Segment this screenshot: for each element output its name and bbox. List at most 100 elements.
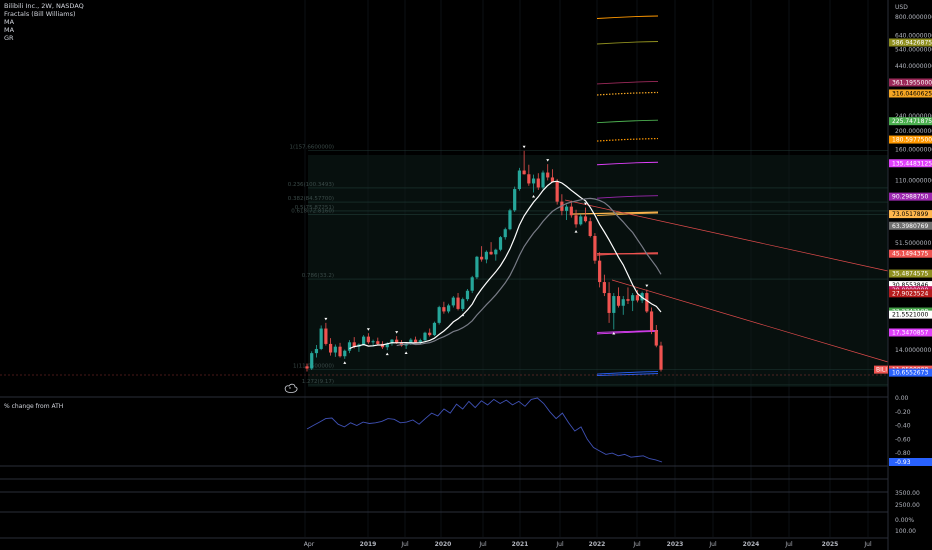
price-tag: 63.3980769: [892, 223, 928, 230]
projection-line: [596, 137, 659, 142]
candle-body: [366, 336, 370, 343]
price-tick: 440.0000000: [895, 63, 932, 70]
candle-body: [343, 350, 347, 357]
sub-panel-axis: 3500.00 2500.00 0.00% 100.00: [895, 490, 920, 535]
time-axis[interactable]: Apr 2019 Jul 2020 Jul 2021 Jul 2022 Jul 2023 Jul 20…: [304, 541, 872, 548]
candle-body: [362, 336, 366, 345]
sub-tick: 3500.00: [895, 490, 920, 497]
price-tick: 110.0000000: [895, 177, 932, 184]
candle-body: [413, 339, 418, 343]
osc-tick: -0.40: [895, 423, 911, 430]
candle-body: [456, 297, 460, 309]
candle-body: [376, 341, 380, 344]
candle-body: [527, 174, 531, 184]
candle-body: [541, 172, 545, 188]
candle-body: [593, 235, 597, 261]
candle-body: [498, 237, 503, 250]
fib-zone: [308, 155, 888, 387]
time-tick: 2023: [667, 541, 684, 548]
price-tag: 17.3470857: [892, 329, 928, 336]
time-tick: 2020: [435, 541, 452, 548]
candle-body: [324, 328, 328, 344]
candle-body: [654, 330, 658, 346]
price-tag: 45.1494375: [892, 251, 928, 258]
candle-body: [319, 328, 323, 349]
candle-body: [602, 282, 606, 294]
candle-body: [508, 210, 512, 230]
fib-label: 1(11.0500000): [293, 364, 334, 370]
time-tick: Jul: [400, 541, 409, 548]
price-tag: 27.9023524: [892, 290, 928, 297]
indicator-ma-2[interactable]: MA: [4, 26, 84, 34]
candle-body: [546, 172, 550, 178]
time-tick: Jul: [632, 541, 641, 548]
candle-body: [461, 299, 465, 309]
candle-body: [314, 348, 319, 354]
price-tag: 316.0460625: [892, 90, 932, 97]
fractal-up: [522, 145, 526, 149]
price-tick: 200.0000000: [895, 128, 932, 135]
projection-line: [596, 41, 659, 45]
candle-body: [451, 297, 455, 306]
fib-label: 0.236(100.3493): [288, 182, 334, 188]
osc-tick: 0.00: [895, 395, 909, 402]
symbol-title[interactable]: Bilibili Inc., 2W, NASDAQ: [4, 2, 84, 10]
fib-label: 1(157.6600000): [289, 145, 334, 151]
candle-body: [333, 346, 337, 353]
time-tick: Jul: [478, 541, 487, 548]
oscillator-line: [306, 397, 663, 463]
candle-body: [616, 296, 621, 306]
candle-body: [569, 206, 573, 216]
time-tick: 2022: [589, 541, 606, 548]
time-tick: 2021: [512, 541, 529, 548]
candle-body: [583, 216, 588, 222]
oscillator-axis: 0.00 -0.20 -0.40 -0.60 -0.80 -0.93: [889, 395, 932, 466]
price-tag: 10.6552673: [892, 370, 928, 377]
projection-line: [596, 15, 659, 19]
osc-tick: -0.60: [895, 436, 911, 443]
indicator-gr[interactable]: GR: [4, 34, 84, 42]
candle-body: [517, 170, 521, 190]
candle-body: [347, 342, 352, 351]
oscillator-title[interactable]: % change from ATH: [4, 403, 63, 410]
symbol-tag: BILI: [876, 367, 887, 374]
time-tick: Apr: [304, 541, 315, 548]
fib-label: 0.786(33.2): [302, 273, 334, 279]
price-chart[interactable]: 1(157.6600000) 0.236(100.3493) 0.382(84.57…: [0, 0, 932, 550]
price-tag: 90.2988750: [892, 194, 928, 201]
candle-body: [432, 322, 437, 336]
candle-body: [659, 345, 663, 370]
candle-body: [465, 290, 470, 300]
candle-body: [649, 311, 654, 331]
indicator-ma-1[interactable]: MA: [4, 18, 84, 26]
candle-body: [574, 215, 578, 225]
candle-body: [494, 249, 498, 255]
candle-body: [428, 332, 432, 336]
fib-label: 0.618(72.8160): [291, 208, 334, 214]
currency-label: USD: [895, 4, 908, 11]
candle-body: [522, 170, 526, 175]
price-tag: 586.9426875: [892, 40, 932, 47]
candle-body: [645, 293, 649, 312]
osc-tick: -0.20: [895, 409, 911, 416]
sub-tick: 100.00: [895, 528, 916, 535]
fib-label: 1.272(9.17): [302, 379, 334, 385]
candle-body: [588, 221, 592, 236]
candle-body: [536, 178, 540, 188]
candle-body: [607, 293, 611, 313]
candle-body: [621, 299, 625, 306]
time-tick: 2024: [743, 541, 760, 548]
price-tick: 540.0000000: [895, 46, 932, 53]
price-tick: 800.0000000: [895, 14, 932, 21]
candle-body: [503, 229, 507, 238]
osc-last-value: -0.93: [895, 459, 911, 466]
fib-label: 0.382(84.57700): [288, 196, 334, 202]
time-tick: 2019: [360, 541, 377, 548]
sub-tick: 2500.00: [895, 502, 920, 509]
projection-line: [596, 91, 659, 96]
candle-body: [631, 295, 635, 301]
indicator-fractals[interactable]: Fractals (Bill Williams): [4, 10, 84, 18]
price-tag: 135.4483125: [892, 160, 932, 167]
candle-body: [626, 299, 630, 301]
candle-body: [513, 189, 517, 211]
